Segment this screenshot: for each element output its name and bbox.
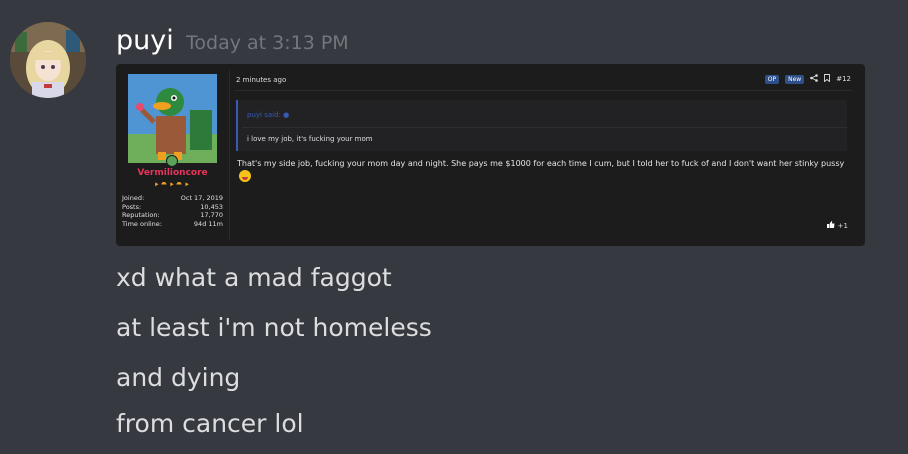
column-divider — [229, 70, 230, 240]
poster-avatar — [128, 74, 217, 163]
stat-label: Joined: — [122, 194, 145, 202]
message-line-1: xd what a mad faggot — [116, 263, 392, 292]
username[interactable]: puyi — [116, 24, 174, 58]
new-badge: New — [785, 74, 805, 84]
post-actions: OP New #12 — [764, 74, 851, 84]
quote-text: i love my job, it's fucking your mom — [247, 135, 373, 143]
stat-value: 94d 11m — [193, 219, 223, 228]
post-body: That's my side job, fucking your mom day… — [237, 158, 849, 183]
reaction-count: +1 — [827, 221, 848, 230]
arrow-up-icon: ● — [283, 111, 290, 119]
quote-divider — [242, 127, 847, 128]
post-number: #12 — [836, 75, 851, 83]
online-status-icon — [166, 155, 178, 167]
stat-value: Oct 17, 2019 — [180, 194, 223, 202]
quote-author: puyi said: ● — [247, 111, 289, 119]
thumbs-up-icon — [827, 221, 837, 230]
stat-label: Posts: — [122, 202, 142, 211]
stat-row: Joined: Oct 17, 2019 — [122, 194, 223, 203]
trophy-icons: ⯈⯊⯈⯊⯈ — [153, 181, 192, 189]
anime-avatar-image — [10, 22, 86, 98]
header-divider — [234, 90, 853, 91]
tongue-emoji-icon — [239, 170, 251, 182]
post-body-text: That's my side job, fucking your mom day… — [237, 159, 845, 168]
message-line-2: at least i'm not homeless — [116, 313, 432, 342]
message-line-3: and dying — [116, 363, 241, 392]
post-time: 2 minutes ago — [236, 76, 287, 84]
stat-label: Time online: — [122, 219, 162, 228]
stat-value: 10,453 — [200, 202, 223, 211]
stat-row: Reputation: 17,770 — [122, 211, 223, 220]
stat-label: Reputation: — [122, 211, 160, 219]
stat-row: Posts: 10,453 — [122, 203, 223, 212]
poster-stats: Joined: Oct 17, 2019 Posts: 10,453 Reput… — [122, 194, 223, 228]
user-avatar[interactable] — [10, 22, 86, 98]
duck-mascot-image — [128, 74, 217, 163]
quote-block: puyi said: ● i love my job, it's fucking… — [236, 100, 847, 151]
quote-author-label: puyi said: — [247, 111, 281, 119]
op-badge: OP — [764, 74, 780, 84]
bookmark-icon — [824, 74, 831, 84]
share-icon — [810, 74, 819, 84]
poster-name: Vermilioncore — [137, 168, 208, 178]
stat-value: 17,770 — [200, 211, 223, 219]
forum-post-screenshot[interactable]: Vermilioncore ⯈⯊⯈⯊⯈ Joined: Oct 17, 2019… — [116, 64, 865, 246]
reaction-label: +1 — [837, 222, 848, 230]
message-timestamp: Today at 3:13 PM — [186, 32, 349, 54]
stat-row: Time online: 94d 11m — [122, 220, 223, 229]
poster-profile: Vermilioncore ⯈⯊⯈⯊⯈ Joined: Oct 17, 2019… — [116, 64, 229, 246]
message-line-4: from cancer lol — [116, 409, 304, 438]
